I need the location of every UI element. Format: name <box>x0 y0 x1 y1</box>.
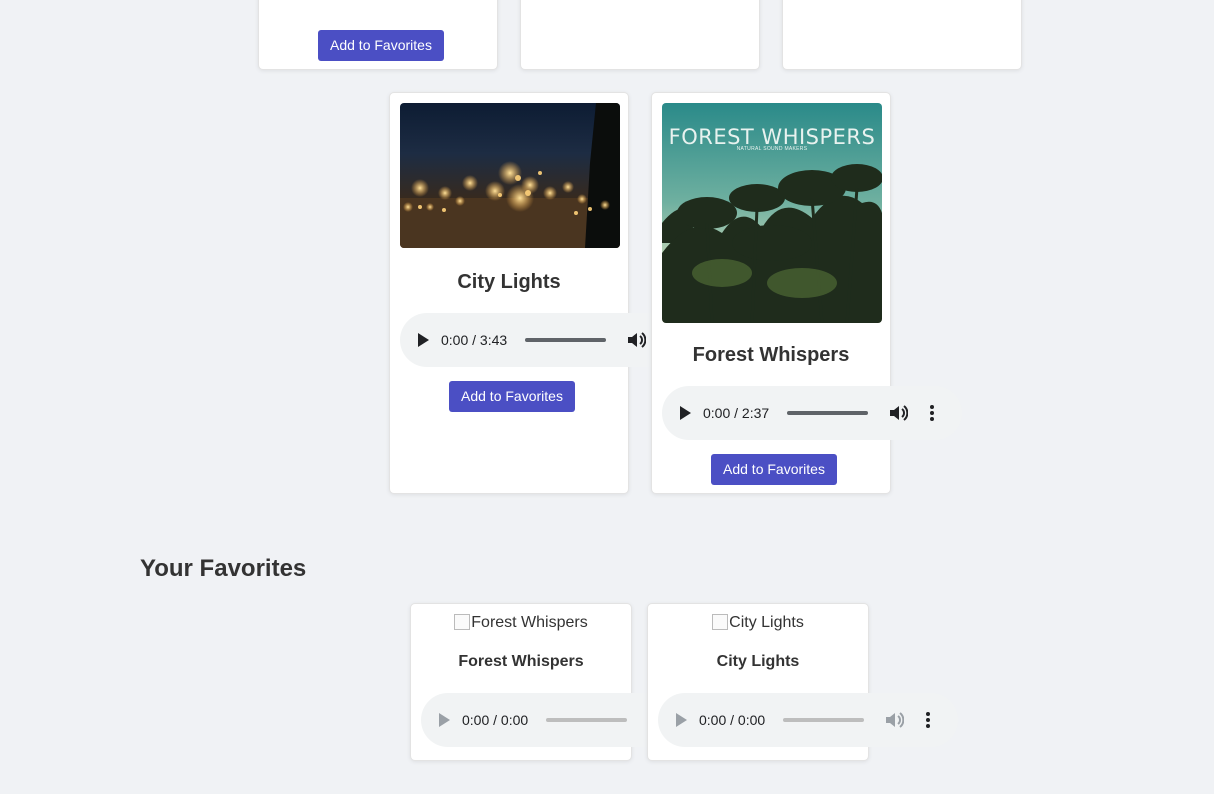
favorite-title: Forest Whispers <box>458 653 584 670</box>
audio-progress-slider[interactable] <box>783 718 864 722</box>
favorite-title: City Lights <box>716 653 800 670</box>
play-icon[interactable] <box>680 406 691 420</box>
track-card-forest-whispers: FOREST WHISPERS NATURAL SOUND MAKERS For… <box>651 92 962 494</box>
image-alt-text: City Lights <box>729 614 804 631</box>
add-to-favorites-button[interactable]: Add to Favorites <box>318 30 444 61</box>
track-title: City Lights <box>457 271 561 293</box>
track-card-top-2 <box>520 0 760 70</box>
more-options-icon[interactable] <box>926 712 930 728</box>
add-to-favorites-button[interactable]: Add to Favorites <box>711 454 837 485</box>
more-options-icon[interactable] <box>930 405 934 421</box>
volume-icon[interactable] <box>890 405 908 421</box>
track-card-top-1: Add to Favorites <box>258 0 498 70</box>
volume-icon[interactable] <box>628 332 646 348</box>
audio-progress-slider[interactable] <box>525 338 606 342</box>
broken-image: Forest Whispers <box>411 614 631 632</box>
broken-image-icon <box>454 614 471 630</box>
broken-image: City Lights <box>648 614 868 632</box>
play-icon[interactable] <box>439 713 450 727</box>
audio-time: 0:00 / 2:37 <box>703 405 770 421</box>
forest-whispers-cover-image: FOREST WHISPERS NATURAL SOUND MAKERS <box>662 103 882 323</box>
audio-time: 0:00 / 3:43 <box>441 332 508 348</box>
city-lights-cover-image <box>400 103 620 248</box>
audio-player-forest-whispers[interactable]: 0:00 / 2:37 <box>662 386 962 440</box>
favorite-audio-player[interactable]: 0:00 / 0:00 <box>658 693 958 747</box>
favorites-heading: Your Favorites <box>140 555 307 582</box>
volume-icon[interactable] <box>886 712 904 728</box>
play-icon[interactable] <box>418 333 429 347</box>
audio-time: 0:00 / 0:00 <box>699 712 766 728</box>
play-icon[interactable] <box>676 713 687 727</box>
broken-image-icon <box>712 614 729 630</box>
track-card-top-3 <box>782 0 1022 70</box>
audio-progress-slider[interactable] <box>546 718 627 722</box>
image-alt-text: Forest Whispers <box>471 614 588 631</box>
city-lights-bokeh <box>400 103 620 248</box>
favorite-card-forest-whispers: Forest Whispers Forest Whispers 0:00 / 0… <box>410 603 721 761</box>
track-card-city-lights: City Lights 0:00 / 3:43 Add to Favorites <box>389 92 700 494</box>
track-title: Forest Whispers <box>692 344 850 366</box>
cover-subtitle: NATURAL SOUND MAKERS <box>736 146 808 152</box>
audio-progress-slider[interactable] <box>787 411 868 415</box>
add-to-favorites-button[interactable]: Add to Favorites <box>449 381 575 412</box>
audio-time: 0:00 / 0:00 <box>462 712 529 728</box>
favorite-card-city-lights: City Lights City Lights 0:00 / 0:00 <box>647 603 958 761</box>
